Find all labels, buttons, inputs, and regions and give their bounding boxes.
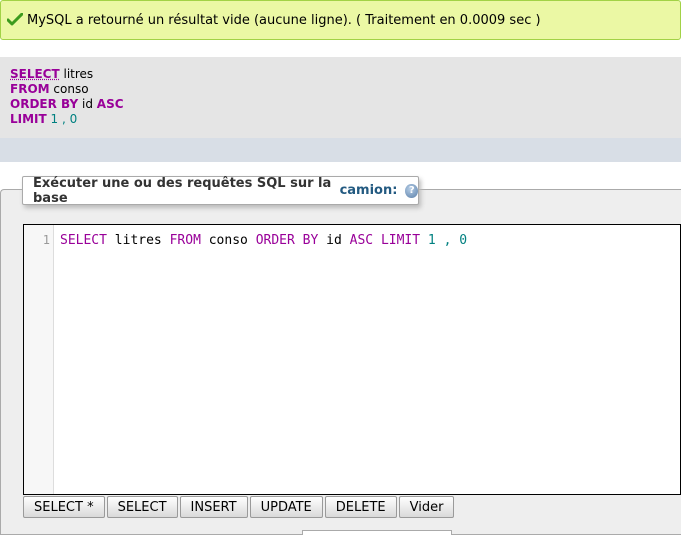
checkmark-icon — [7, 13, 23, 26]
query-line-limit: LIMIT 1 , 0 — [10, 112, 78, 126]
code-token: ORDER BY — [255, 233, 319, 248]
code-token: conso — [200, 233, 256, 248]
query-display: SELECT litres FROM conso ORDER BY id ASC… — [0, 57, 681, 138]
code-token: id — [318, 233, 350, 248]
editor-code-line[interactable]: SELECT litres FROM conso ORDER BY id ASC… — [60, 233, 467, 248]
query-line-from: FROM conso — [10, 82, 89, 96]
keyword-asc: ASC — [96, 97, 124, 111]
success-message-text: MySQL a retourné un résultat vide (aucun… — [27, 12, 541, 28]
clear-button[interactable]: Vider — [398, 496, 455, 518]
code-token: ASC — [349, 233, 374, 248]
keyword-from: FROM — [10, 82, 50, 96]
sql-panel-legend: Exécuter une ou des requêtes SQL sur la … — [22, 175, 419, 206]
delete-button[interactable]: DELETE — [324, 496, 397, 518]
query-line-select: SELECT litres — [10, 67, 94, 81]
select-star-button[interactable]: SELECT * — [23, 496, 105, 518]
database-name: camion: — [339, 183, 398, 198]
legend-text: Exécuter une ou des requêtes SQL sur la … — [33, 175, 332, 206]
keyword-limit: LIMIT — [10, 112, 47, 126]
sql-editor[interactable]: 1 SELECT litres FROM conso ORDER BY id A… — [23, 224, 681, 495]
select-button[interactable]: SELECT — [106, 496, 178, 518]
code-token: litres — [106, 233, 170, 248]
code-token: LIMIT — [380, 233, 421, 248]
keyword-order-by: ORDER BY — [10, 97, 79, 111]
code-token: , — [435, 233, 460, 248]
code-token: SELECT — [60, 233, 107, 248]
keyword-select[interactable]: SELECT — [10, 67, 60, 81]
update-button[interactable]: UPDATE — [249, 496, 323, 518]
code-token: 1 — [427, 233, 436, 248]
insert-button[interactable]: INSERT — [179, 496, 248, 518]
code-token: 0 — [459, 233, 468, 248]
editor-gutter: 1 — [24, 225, 54, 494]
line-number: 1 — [42, 233, 50, 247]
bottom-input-field[interactable] — [302, 530, 452, 535]
success-message: MySQL a retourné un résultat vide (aucun… — [0, 0, 681, 40]
code-token: FROM — [169, 233, 201, 248]
query-toolbar-strip — [0, 138, 681, 162]
query-buttons: SELECT * SELECT INSERT UPDATE DELETE Vid… — [23, 496, 455, 518]
query-line-order: ORDER BY id ASC — [10, 97, 124, 111]
help-icon[interactable]: ? — [405, 183, 418, 198]
